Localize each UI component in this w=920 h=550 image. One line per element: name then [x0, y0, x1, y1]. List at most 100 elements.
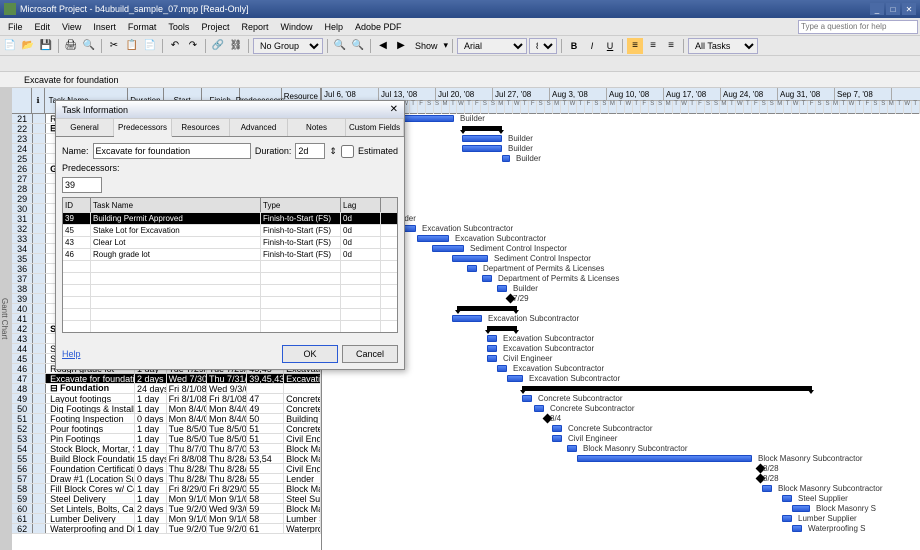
help-search-input[interactable] — [798, 20, 918, 34]
gantt-row[interactable]: Block Masonry Subcontractor — [322, 444, 920, 454]
task-row[interactable]: 48 ⊟ Foundation 24 days Fri 8/1/08 Wed 9… — [12, 384, 321, 394]
task-row[interactable]: 54 Stock Block, Mortar, Sand 1 day Thu 8… — [12, 444, 321, 454]
gantt-task-bar[interactable] — [552, 425, 562, 432]
gantt-task-bar[interactable] — [792, 505, 810, 512]
tab-advanced[interactable]: Advanced — [230, 119, 288, 136]
menu-file[interactable]: File — [2, 22, 29, 32]
redo-icon[interactable]: ↷ — [185, 38, 201, 54]
gantt-task-bar[interactable] — [507, 375, 523, 382]
predecessor-row[interactable]: 39Building Permit ApprovedFinish-to-Star… — [63, 212, 397, 224]
zoom-out-icon[interactable]: 🔍 — [350, 38, 366, 54]
tab-custom-fields[interactable]: Custom Fields — [346, 119, 404, 136]
gantt-task-bar[interactable] — [782, 515, 792, 522]
pred-col-type[interactable]: Type — [261, 198, 341, 212]
gantt-task-bar[interactable] — [462, 135, 502, 142]
task-row[interactable]: 49 Layout footings 1 day Fri 8/1/08 Fri … — [12, 394, 321, 404]
outdent-icon[interactable]: ◀ — [375, 38, 391, 54]
new-file-icon[interactable]: 📄 — [2, 38, 18, 54]
gantt-task-bar[interactable] — [452, 315, 482, 322]
tab-notes[interactable]: Notes — [288, 119, 346, 136]
task-row[interactable]: 47 Excavate for foundation 2 days Wed 7/… — [12, 374, 321, 384]
indent-icon[interactable]: ▶ — [393, 38, 409, 54]
close-button[interactable]: ✕ — [902, 3, 916, 15]
gantt-row[interactable]: Builder — [322, 114, 920, 124]
gantt-task-bar[interactable] — [552, 435, 562, 442]
gantt-row[interactable]: Block Masonry Subcontractor — [322, 454, 920, 464]
cancel-button[interactable]: Cancel — [342, 345, 398, 363]
maximize-button[interactable]: □ — [886, 3, 900, 15]
dialog-title-bar[interactable]: Task Information ✕ — [56, 101, 404, 119]
task-row[interactable]: 62 Waterproofing and Drain Tile 1 day Tu… — [12, 524, 321, 534]
gantt-row[interactable] — [322, 184, 920, 194]
gantt-row[interactable]: Engineer — [322, 174, 920, 184]
font-size-select[interactable]: 8 — [529, 38, 557, 54]
gantt-task-bar[interactable] — [502, 155, 510, 162]
menu-window[interactable]: Window — [274, 22, 318, 32]
gantt-row[interactable] — [322, 324, 920, 334]
gantt-task-bar[interactable] — [782, 495, 792, 502]
gantt-row[interactable]: Steel Supplier — [322, 494, 920, 504]
gantt-task-bar[interactable] — [534, 405, 544, 412]
tab-general[interactable]: General — [56, 119, 114, 136]
task-row[interactable]: 60 Set Lintels, Bolts, Cap Block 2 days … — [12, 504, 321, 514]
gantt-row[interactable]: Builder — [322, 204, 920, 214]
gantt-row[interactable]: Excavation Subcontractor — [322, 314, 920, 324]
align-center-icon[interactable]: ≡ — [645, 38, 661, 54]
task-row[interactable]: 55 Build Block Foundation 15 days Fri 8/… — [12, 454, 321, 464]
task-row[interactable]: 61 Lumber Delivery 1 day Mon 9/1/08 Mon … — [12, 514, 321, 524]
gantt-row[interactable] — [322, 384, 920, 394]
minimize-button[interactable]: _ — [870, 3, 884, 15]
menu-view[interactable]: View — [56, 22, 87, 32]
duration-spinner-icon[interactable]: ⇕ — [329, 146, 337, 157]
open-icon[interactable]: 📂 — [20, 38, 36, 54]
gantt-row[interactable]: 8/28 — [322, 464, 920, 474]
dialog-close-icon[interactable]: ✕ — [390, 104, 398, 115]
gantt-task-bar[interactable] — [567, 445, 577, 452]
italic-icon[interactable]: I — [584, 38, 600, 54]
menu-edit[interactable]: Edit — [29, 22, 57, 32]
gantt-task-bar[interactable] — [487, 345, 497, 352]
menu-project[interactable]: Project — [195, 22, 235, 32]
gantt-row[interactable]: Excavation Subcontractor — [322, 224, 920, 234]
gantt-row[interactable]: 7/29 — [322, 294, 920, 304]
gantt-task-bar[interactable] — [482, 275, 492, 282]
gantt-row[interactable]: Concrete Subcontractor — [322, 424, 920, 434]
task-row[interactable]: 57 Draw #1 (Location Survey) 0 days Thu … — [12, 474, 321, 484]
gantt-row[interactable]: Department of Permits & Licenses — [322, 264, 920, 274]
tab-predecessors[interactable]: Predecessors — [114, 119, 172, 137]
gantt-row[interactable]: Concrete Subcontractor — [322, 404, 920, 414]
gantt-row[interactable]: Sediment Control Inspector — [322, 244, 920, 254]
gantt-summary-bar[interactable] — [457, 306, 517, 311]
gantt-row[interactable]: Builder — [322, 144, 920, 154]
menu-adobe-pdf[interactable]: Adobe PDF — [349, 22, 408, 32]
gantt-task-bar[interactable] — [487, 355, 497, 362]
task-row[interactable]: 53 Pin Footings 1 day Tue 8/5/08 Tue 8/5… — [12, 434, 321, 444]
gantt-summary-bar[interactable] — [522, 386, 812, 391]
zoom-in-icon[interactable]: 🔍 — [332, 38, 348, 54]
print-preview-icon[interactable]: 🔍 — [81, 38, 97, 54]
help-button[interactable]: Help — [62, 349, 81, 359]
filter-select[interactable]: All Tasks — [688, 38, 758, 54]
predecessor-row[interactable]: 45Stake Lot for ExcavationFinish-to-Star… — [63, 224, 397, 236]
task-row[interactable]: 58 Fill Block Cores w/ Concrete 1 day Fr… — [12, 484, 321, 494]
column-indicator[interactable]: ℹ — [32, 88, 44, 113]
predecessor-id-input[interactable] — [62, 177, 102, 193]
gantt-task-bar[interactable] — [522, 395, 532, 402]
gantt-task-bar[interactable] — [487, 335, 497, 342]
gantt-row[interactable]: Builder — [322, 284, 920, 294]
gantt-row[interactable]: Lumber Supplier — [322, 514, 920, 524]
gantt-task-bar[interactable] — [417, 235, 449, 242]
estimated-checkbox[interactable] — [341, 145, 354, 158]
cut-icon[interactable]: ✂ — [106, 38, 122, 54]
group-select[interactable]: No Group — [253, 38, 323, 54]
unlink-icon[interactable]: ⛓ — [228, 38, 244, 54]
gantt-task-bar[interactable] — [467, 265, 477, 272]
gantt-row[interactable] — [322, 164, 920, 174]
font-select[interactable]: Arial — [457, 38, 527, 54]
gantt-row[interactable]: Department of Permits & Licenses — [322, 274, 920, 284]
gantt-row[interactable]: Block Masonry S — [322, 504, 920, 514]
print-icon[interactable]: 🖨 — [63, 38, 79, 54]
pred-col-id[interactable]: ID — [63, 198, 91, 212]
tab-resources[interactable]: Resources — [172, 119, 230, 136]
menu-format[interactable]: Format — [122, 22, 163, 32]
